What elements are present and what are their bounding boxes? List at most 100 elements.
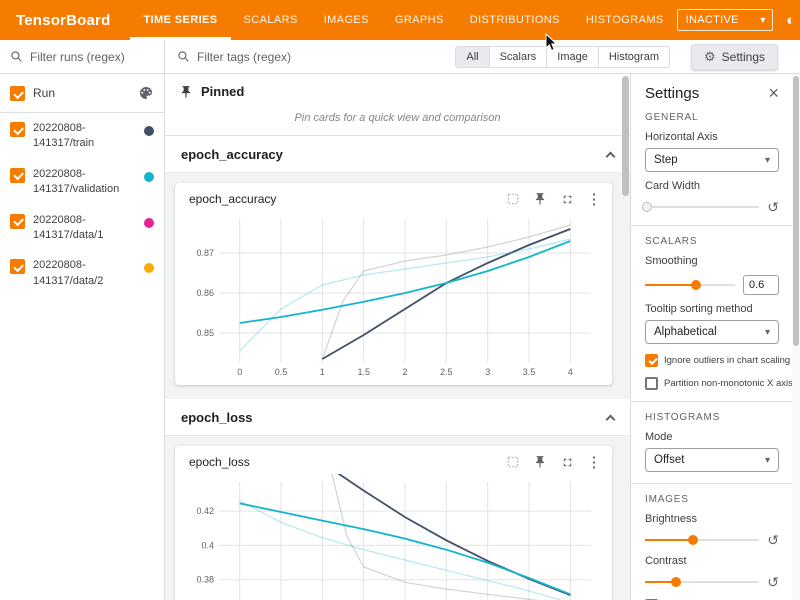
histograms-heading: HISTOGRAMS (645, 412, 779, 423)
chevron-up-icon[interactable] (606, 415, 616, 425)
card-width-slider[interactable] (645, 201, 759, 213)
histogram-mode-dropdown[interactable]: Offset ▾ (645, 448, 779, 472)
run-row-data-1[interactable]: 20220808-141317/data/1 (0, 205, 164, 251)
chip-scalars[interactable]: Scalars (489, 46, 548, 68)
pin-card-icon[interactable] (532, 191, 548, 207)
chevron-down-icon: ▾ (760, 15, 765, 26)
data-select-icon[interactable] (505, 454, 521, 470)
run-checkbox[interactable] (10, 122, 25, 137)
contrast-slider[interactable] (645, 576, 759, 588)
partition-x-axis-checkbox[interactable] (645, 377, 658, 390)
more-menu-icon[interactable]: ⋮ (586, 454, 602, 470)
tab-images[interactable]: IMAGES (311, 0, 382, 40)
runs-header-row: Run (0, 74, 164, 113)
tab-time-series[interactable]: TIME SERIES (130, 0, 230, 40)
epoch-accuracy-chart[interactable]: 00.511.522.533.540.850.860.87 (183, 211, 603, 381)
main-scrollbar[interactable] (622, 74, 629, 600)
scrollbar-thumb[interactable] (622, 76, 629, 196)
horizontal-axis-dropdown[interactable]: Step ▾ (645, 148, 779, 172)
ignore-outliers-option[interactable]: Ignore outliers in chart scaling (645, 354, 779, 367)
select-all-runs-checkbox[interactable] (10, 86, 25, 101)
scrollbar-thumb[interactable] (793, 76, 799, 346)
section-title: epoch_accuracy (181, 147, 283, 162)
run-checkbox[interactable] (10, 214, 25, 229)
filter-runs-input[interactable] (30, 50, 142, 64)
pin-card-icon[interactable] (532, 454, 548, 470)
run-checkbox[interactable] (10, 168, 25, 183)
svg-text:4: 4 (568, 367, 573, 377)
svg-text:0.4: 0.4 (201, 540, 214, 550)
chip-all[interactable]: All (455, 46, 489, 68)
slider-thumb[interactable] (691, 280, 701, 290)
horizontal-axis-value: Step (654, 154, 678, 166)
settings-scrollbar[interactable] (792, 74, 800, 600)
run-row-validation[interactable]: 20220808-141317/validation (0, 159, 164, 205)
tab-graphs[interactable]: GRAPHS (382, 0, 457, 40)
close-icon[interactable]: × (768, 84, 779, 102)
theme-toggle-icon[interactable]: ◐ (781, 10, 800, 30)
filter-tags-box: All Scalars Image Histogram ⚙ Settings (165, 40, 800, 73)
card-toolbar: ⋮ (505, 454, 602, 470)
run-color-dot (144, 263, 154, 273)
chip-histogram[interactable]: Histogram (598, 46, 670, 68)
tab-distributions[interactable]: DISTRIBUTIONS (457, 0, 573, 40)
chevron-down-icon: ▾ (765, 455, 770, 466)
run-color-dot (144, 126, 154, 136)
smoothing-value-input[interactable] (743, 275, 779, 295)
chevron-up-icon[interactable] (606, 152, 616, 162)
more-menu-icon[interactable]: ⋮ (586, 191, 602, 207)
main-nav: TIME SERIES SCALARS IMAGES GRAPHS DISTRI… (130, 0, 676, 40)
histogram-mode-value: Offset (654, 454, 684, 466)
smoothing-slider[interactable] (645, 279, 735, 291)
section-epoch-accuracy[interactable]: epoch_accuracy (165, 136, 630, 173)
svg-text:1.5: 1.5 (357, 367, 370, 377)
filter-tags-input[interactable] (197, 50, 347, 64)
tab-scalars[interactable]: SCALARS (231, 0, 311, 40)
settings-panel: Settings × GENERAL Horizontal Axis Step … (630, 74, 800, 600)
ignore-outliers-label: Ignore outliers in chart scaling (664, 355, 790, 366)
slider-thumb[interactable] (688, 535, 698, 545)
card-area-epoch-accuracy: epoch_accuracy ⋮ 00.511.522.533.540.850.… (165, 173, 630, 399)
svg-text:0.5: 0.5 (275, 367, 288, 377)
run-row-train[interactable]: 20220808-141317/train (0, 113, 164, 159)
tooltip-sorting-dropdown[interactable]: Alphabetical ▾ (645, 320, 779, 344)
reset-icon[interactable]: ↺ (767, 200, 779, 214)
run-checkbox[interactable] (10, 259, 25, 274)
run-label: 20220808-141317/data/2 (33, 258, 136, 289)
contrast-label: Contrast (645, 555, 779, 567)
card-title: epoch_accuracy (189, 192, 276, 206)
section-title: epoch_loss (181, 410, 253, 425)
run-label: 20220808-141317/train (33, 121, 136, 152)
reset-icon[interactable]: ↺ (767, 533, 779, 547)
images-heading: IMAGES (645, 494, 779, 505)
filter-runs-box[interactable] (0, 40, 165, 73)
run-label: 20220808-141317/validation (33, 167, 136, 198)
svg-text:0.87: 0.87 (196, 248, 214, 258)
fullscreen-icon[interactable] (559, 191, 575, 207)
card-width-label: Card Width (645, 180, 779, 192)
partition-x-axis-option[interactable]: Partition non-monotonic X axis i (645, 377, 779, 390)
scalar-card-epoch-loss: epoch_loss ⋮ 00.511.522.533.540.360.380.… (175, 446, 612, 600)
brightness-slider[interactable] (645, 534, 759, 546)
tab-histograms[interactable]: HISTOGRAMS (573, 0, 677, 40)
chip-image[interactable]: Image (546, 46, 599, 68)
svg-text:0.42: 0.42 (196, 506, 214, 516)
pinned-hint-text: Pin cards for a quick view and compariso… (165, 105, 630, 136)
section-epoch-loss[interactable]: epoch_loss (165, 399, 630, 436)
slider-thumb[interactable] (671, 577, 681, 587)
fullscreen-icon[interactable] (559, 454, 575, 470)
settings-button[interactable]: ⚙ Settings (691, 44, 778, 70)
palette-icon[interactable] (138, 85, 154, 101)
status-dropdown[interactable]: INACTIVE ▾ (677, 9, 773, 31)
reset-icon[interactable]: ↺ (767, 575, 779, 589)
data-select-icon[interactable] (505, 191, 521, 207)
epoch-loss-chart[interactable]: 00.511.522.533.540.360.380.40.42 (183, 474, 603, 600)
run-color-dot (144, 172, 154, 182)
scalars-heading: SCALARS (645, 236, 779, 247)
run-row-data-2[interactable]: 20220808-141317/data/2 (0, 250, 164, 296)
slider-thumb[interactable] (642, 202, 652, 212)
runs-column-header: Run (33, 86, 130, 100)
svg-text:2: 2 (402, 367, 407, 377)
toolbar: All Scalars Image Histogram ⚙ Settings (0, 40, 800, 74)
ignore-outliers-checkbox[interactable] (645, 354, 658, 367)
